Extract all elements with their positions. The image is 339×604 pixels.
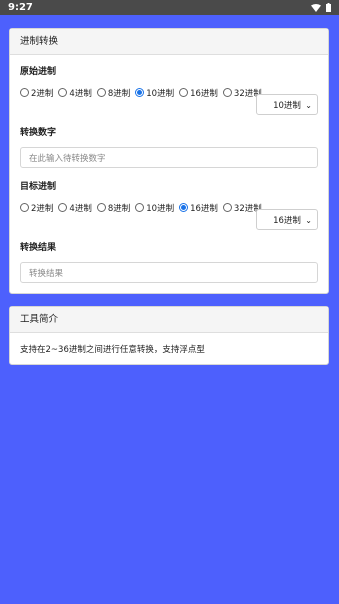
radio-unchecked-icon[interactable]	[20, 203, 29, 212]
result-field[interactable]: 转换结果	[20, 262, 318, 283]
radio-unchecked-icon[interactable]	[179, 88, 189, 97]
target-base-radio-label: 2进制	[31, 203, 54, 214]
radio-dot-icon	[181, 205, 187, 210]
source-base-label: 原始进制	[20, 67, 57, 77]
result-field-placeholder: 转换结果	[29, 268, 64, 279]
target-base-select[interactable]: 16进制 ⌄	[256, 209, 318, 230]
target-base-radio-option[interactable]: 2进制	[20, 202, 53, 214]
source-base-radio-option[interactable]: 8进制	[96, 87, 131, 99]
source-base-radio-label: 8进制	[107, 88, 131, 99]
chevron-down-icon: ⌄	[305, 216, 312, 225]
target-base-radio-label: 4进制	[69, 203, 92, 214]
source-base-radio-option[interactable]: 4进制	[58, 87, 92, 99]
number-input[interactable]: 在此输入待转换数字	[20, 147, 318, 168]
status-icons	[311, 3, 331, 12]
number-input-placeholder: 在此输入待转换数字	[29, 153, 106, 164]
radio-unchecked-icon[interactable]	[96, 203, 106, 212]
result-label: 转换结果	[20, 243, 57, 253]
battery-icon	[326, 3, 331, 12]
target-base-select-value: 16进制	[273, 215, 301, 226]
source-base-radio-label: 16进制	[190, 88, 218, 99]
source-base-radio-option[interactable]: 16进制	[179, 87, 218, 99]
radio-unchecked-icon[interactable]	[58, 203, 68, 212]
target-base-radio-label: 8进制	[107, 203, 131, 214]
radio-unchecked-icon[interactable]	[58, 88, 68, 97]
radio-dot-icon	[137, 90, 143, 95]
input-number-label: 转换数字	[20, 128, 57, 138]
source-base-radio-label: 10进制	[146, 88, 175, 99]
status-bar: 9:27	[0, 0, 339, 15]
intro-card: 工具简介 支持在2~36进制之间进行任意转换，支持浮点型	[9, 306, 329, 365]
source-base-radio-label: 2进制	[31, 88, 54, 99]
source-base-radio-option[interactable]: 2进制	[20, 87, 53, 99]
radio-unchecked-icon[interactable]	[135, 203, 145, 212]
target-base-label: 目标进制	[20, 182, 57, 192]
radio-checked-icon[interactable]	[179, 203, 189, 212]
target-base-radio-option[interactable]: 16进制	[179, 202, 218, 214]
radio-unchecked-icon[interactable]	[222, 88, 232, 97]
target-base-radio-option[interactable]: 8进制	[96, 202, 131, 214]
target-base-radio-label: 16进制	[190, 203, 218, 214]
source-base-select-value: 10进制	[273, 100, 301, 111]
wifi-icon	[311, 3, 321, 12]
source-base-radio-option[interactable]: 10进制	[135, 87, 174, 99]
intro-text: 支持在2~36进制之间进行任意转换，支持浮点型	[20, 345, 205, 355]
radio-unchecked-icon[interactable]	[96, 88, 106, 97]
converter-card-title: 进制转换	[10, 29, 328, 55]
radio-unchecked-icon[interactable]	[222, 203, 232, 212]
radio-unchecked-icon[interactable]	[20, 88, 29, 97]
converter-card: 进制转换 原始进制 2进制 4进制 8进制 10进制 16进制 32进制 10进制 ⌄ 转…	[9, 28, 329, 294]
source-base-select[interactable]: 10进制 ⌄	[256, 94, 318, 115]
intro-card-title: 工具简介	[10, 307, 328, 333]
chevron-down-icon: ⌄	[305, 101, 312, 110]
radio-checked-icon[interactable]	[135, 88, 145, 97]
status-time: 9:27	[8, 2, 33, 13]
source-base-radio-label: 4进制	[69, 88, 92, 99]
target-base-radio-option[interactable]: 10进制	[135, 202, 174, 214]
target-base-radio-option[interactable]: 4进制	[58, 202, 92, 214]
target-base-radio-label: 10进制	[146, 203, 175, 214]
